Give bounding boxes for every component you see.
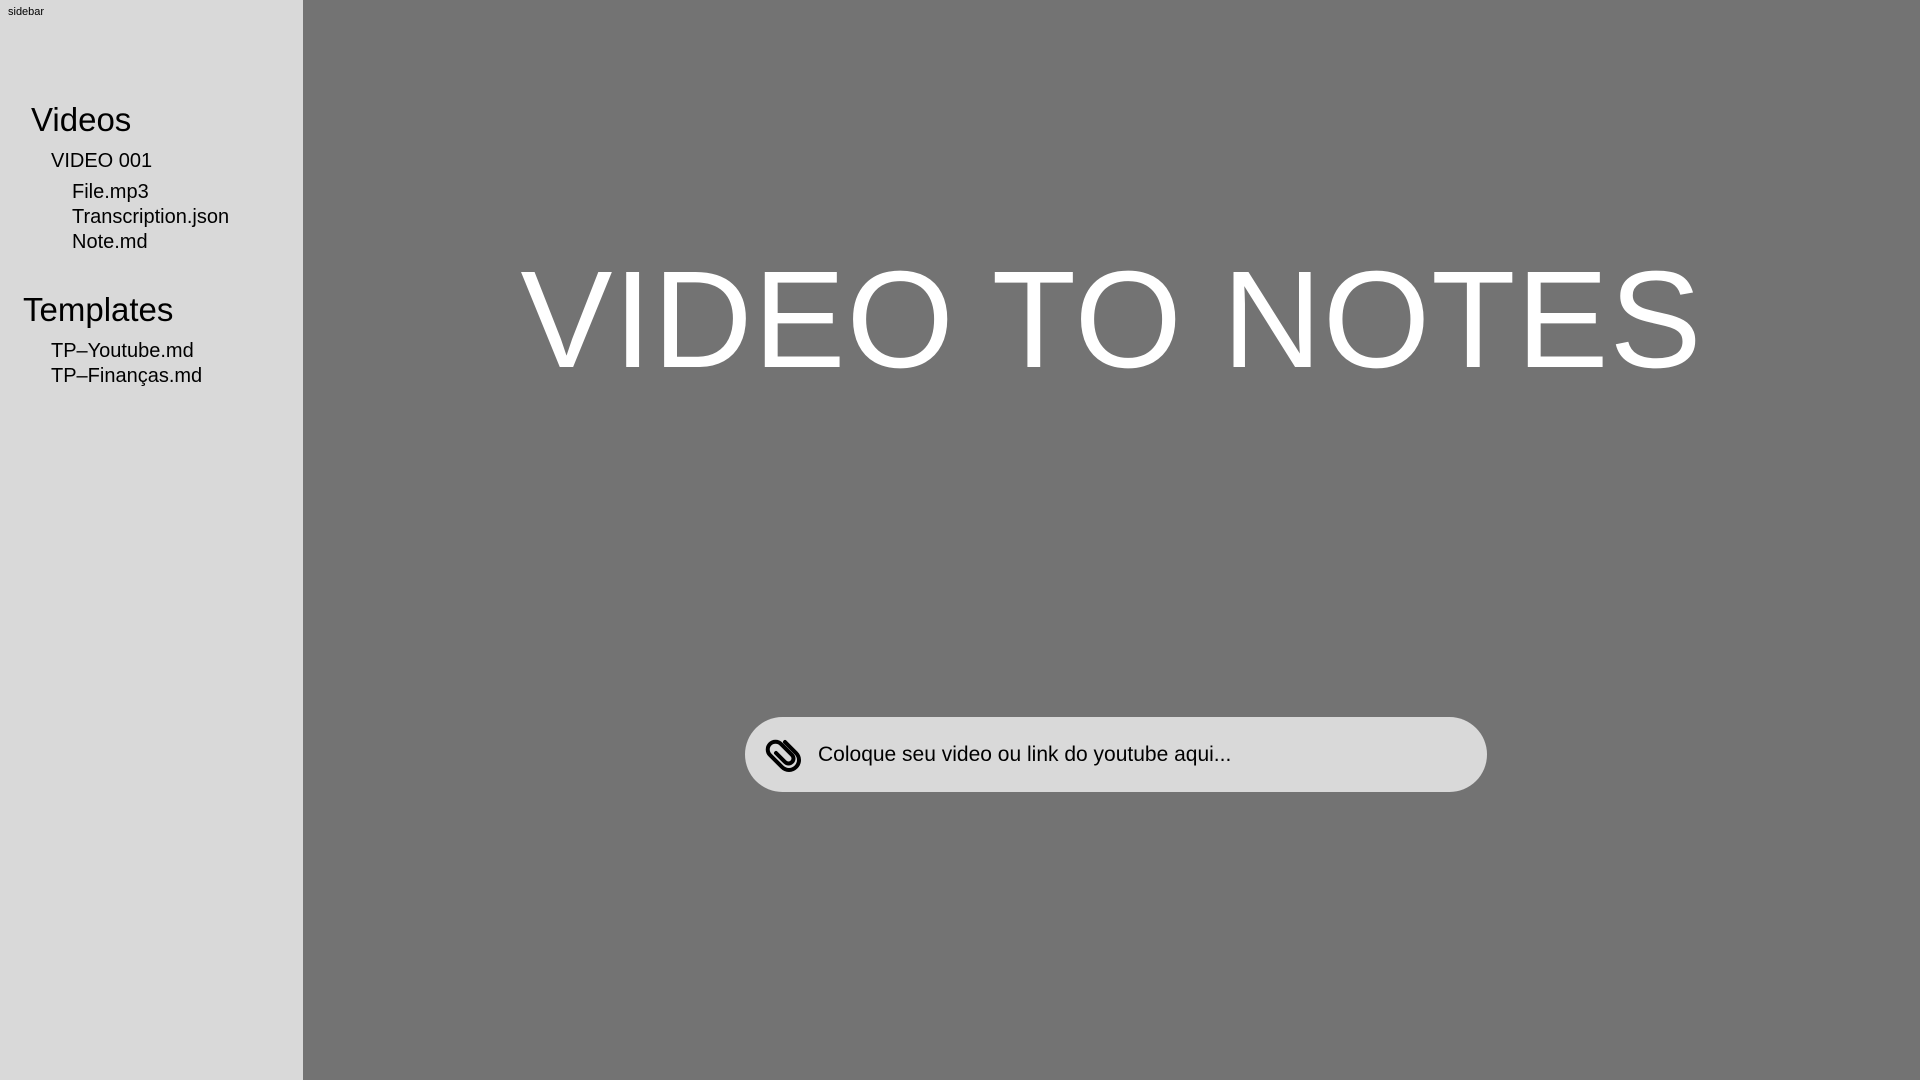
- file-item-mp3[interactable]: File.mp3: [72, 180, 149, 204]
- video-link-input[interactable]: Coloque seu video ou link do youtube aqu…: [745, 717, 1487, 792]
- sidebar: sidebar Videos VIDEO 001 File.mp3 Transc…: [0, 0, 303, 1080]
- video-folder-item[interactable]: VIDEO 001: [51, 149, 152, 173]
- templates-section-title: Templates: [23, 291, 174, 328]
- template-item-youtube[interactable]: TP–Youtube.md: [51, 339, 194, 363]
- sidebar-caption: sidebar: [8, 6, 45, 18]
- videos-section-title: Videos: [31, 101, 132, 138]
- file-item-note[interactable]: Note.md: [72, 230, 148, 254]
- main-panel: VIDEO TO NOTES Coloque seu video ou link…: [303, 0, 1920, 1080]
- page-title: VIDEO TO NOTES: [520, 243, 1703, 397]
- video-link-placeholder: Coloque seu video ou link do youtube aqu…: [818, 743, 1232, 766]
- paperclip-icon[interactable]: [763, 734, 805, 776]
- file-item-transcription[interactable]: Transcription.json: [72, 205, 229, 229]
- template-item-financas[interactable]: TP–Finanças.md: [51, 364, 202, 388]
